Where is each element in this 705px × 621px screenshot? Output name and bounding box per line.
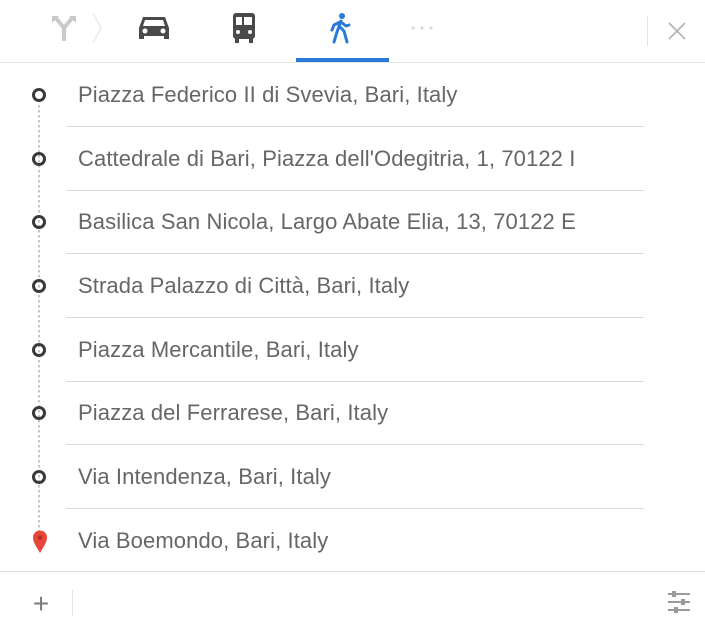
waypoint-input[interactable]: Piazza del Ferrarese, Bari, Italy	[78, 399, 643, 427]
waypoint-circle-icon[interactable]	[31, 214, 47, 230]
waypoint-circle-icon[interactable]	[31, 469, 47, 485]
waypoint-row: Via Intendenza, Bari, Italy	[0, 445, 705, 509]
waypoint-row: Basilica San Nicola, Largo Abate Elia, 1…	[0, 190, 705, 254]
more-modes-button[interactable]	[402, 8, 442, 48]
close-icon	[668, 22, 686, 40]
more-icon	[411, 26, 433, 30]
waypoint-row: Piazza Federico II di Svevia, Bari, Ital…	[0, 63, 705, 127]
divider	[647, 16, 648, 46]
bus-icon	[233, 13, 255, 43]
waypoint-input[interactable]: Basilica San Nicola, Largo Abate Elia, 1…	[78, 208, 643, 236]
chevron-right-icon	[87, 8, 107, 48]
close-button[interactable]	[662, 16, 692, 46]
driving-mode-button[interactable]	[132, 8, 176, 48]
waypoint-row: Strada Palazzo di Città, Bari, Italy	[0, 254, 705, 318]
destination-input[interactable]: Via Boemondo, Bari, Italy	[78, 527, 643, 555]
add-destination-button[interactable]: +	[26, 589, 56, 619]
waypoint-circle-icon[interactable]	[31, 405, 47, 421]
travel-mode-bar	[0, 0, 705, 62]
waypoint-circle-icon[interactable]	[31, 342, 47, 358]
transit-mode-button[interactable]	[222, 8, 266, 48]
waypoint-input[interactable]: Piazza Mercantile, Bari, Italy	[78, 336, 643, 364]
walking-icon	[330, 13, 351, 44]
waypoint-circle-icon[interactable]	[31, 278, 47, 294]
route-options-icon	[668, 591, 690, 613]
car-icon	[139, 17, 169, 39]
waypoint-circle-icon[interactable]	[31, 87, 47, 103]
fork-arrow-icon	[52, 15, 76, 41]
waypoint-row: Cattedrale di Bari, Piazza dell'Odegitri…	[0, 127, 705, 191]
best-route-mode-button[interactable]	[44, 8, 84, 48]
divider	[72, 590, 73, 616]
waypoint-input[interactable]: Strada Palazzo di Città, Bari, Italy	[78, 272, 643, 300]
divider	[0, 571, 705, 572]
waypoint-row: Piazza del Ferrarese, Bari, Italy	[0, 381, 705, 445]
destination-pin-icon[interactable]	[30, 528, 50, 554]
waypoint-input[interactable]: Piazza Federico II di Svevia, Bari, Ital…	[78, 81, 643, 109]
walking-mode-button[interactable]	[318, 8, 362, 48]
waypoint-row: Piazza Mercantile, Bari, Italy	[0, 318, 705, 382]
waypoint-input[interactable]: Cattedrale di Bari, Piazza dell'Odegitri…	[78, 145, 643, 173]
route-options-button[interactable]	[664, 588, 694, 616]
waypoint-row: Via Boemondo, Bari, Italy	[0, 509, 705, 573]
waypoint-list: Piazza Federico II di Svevia, Bari, Ital…	[0, 63, 705, 571]
waypoint-input[interactable]: Via Intendenza, Bari, Italy	[78, 463, 643, 491]
waypoint-circle-icon[interactable]	[31, 151, 47, 167]
